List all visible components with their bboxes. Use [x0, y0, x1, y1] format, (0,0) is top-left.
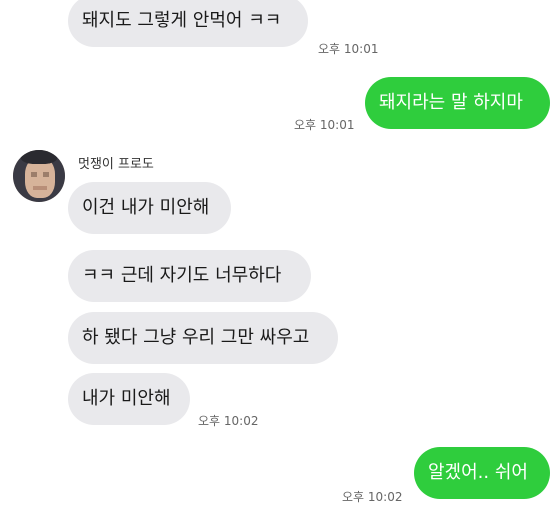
message-timestamp: 오후 10:02 [198, 414, 259, 428]
message-timestamp: 오후 10:01 [318, 42, 379, 56]
outgoing-message-bubble[interactable]: 돼지라는 말 하지마 [365, 77, 550, 129]
message-timestamp: 오후 10:02 [342, 490, 403, 504]
incoming-message-bubble[interactable]: 내가 미안해 [68, 373, 190, 425]
incoming-message-bubble[interactable]: 이건 내가 미안해 [68, 182, 231, 234]
avatar[interactable] [13, 150, 65, 202]
sender-name: 멋쟁이 프로도 [78, 157, 154, 172]
outgoing-message-bubble[interactable]: 알겠어.. 쉬어 [414, 447, 550, 499]
incoming-message-bubble[interactable]: 하 됐다 그냥 우리 그만 싸우고 [68, 312, 338, 364]
incoming-message-bubble[interactable]: ㅋㅋ 근데 자기도 너무하다 [68, 250, 311, 302]
message-timestamp: 오후 10:01 [294, 118, 355, 132]
incoming-message-bubble[interactable]: 돼지도 그렇게 안먹어 ㅋㅋ [68, 0, 308, 47]
